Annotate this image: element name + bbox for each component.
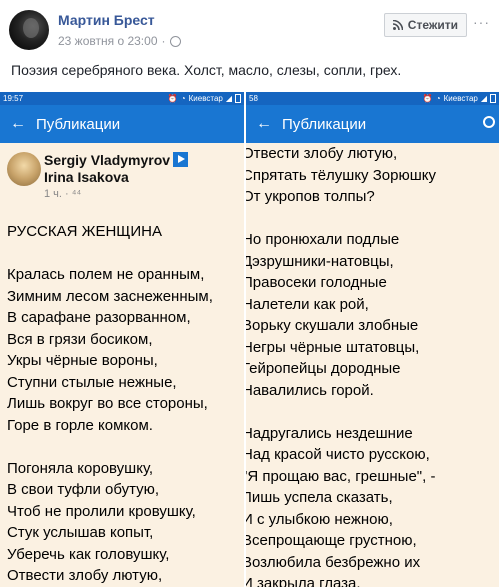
poem-line: В свои туфли обутую,: [7, 481, 160, 498]
back-arrow-icon[interactable]: ←: [0, 115, 36, 133]
screenshot-left[interactable]: 19:57 ⏰ ◔ Киевстар ◢ ← Публикации Sergiy…: [0, 92, 244, 587]
poem-line: Налетели как рой,: [246, 295, 369, 313]
author-avatar[interactable]: [9, 10, 49, 50]
poem-line: Над красой чисто русскою,: [246, 446, 430, 463]
signal-icon: ◢: [225, 94, 232, 103]
post-timestamp[interactable]: 23 жовтня о 23:00: [58, 34, 158, 48]
poem-line: Возлюбила безбрежно их: [246, 553, 421, 571]
wifi-icon: ◔: [180, 94, 186, 103]
poem-line: Ворьку скушали злобные: [246, 317, 419, 334]
poem-line: Уберечь как головушку,: [7, 545, 170, 563]
status-bar: 19:57 ⏰ ◔ Киевстар ◢: [0, 92, 244, 105]
carrier-label: Киевстар: [443, 94, 478, 103]
post-meta: 23 жовтня о 23:00 ·: [58, 34, 181, 48]
poem-line: "Я прощаю вас, грешные", -: [246, 467, 436, 485]
poem-line: Гейропейцы дородные: [246, 360, 401, 377]
poem-line: Надругались нездешние: [246, 424, 413, 442]
carrier-label: Киевстар: [188, 94, 223, 103]
post-time: 1 ч. · ⁴⁴: [44, 188, 82, 200]
poem-line: Но пронюхали подлые: [246, 231, 400, 248]
facebook-post: Мартин Брест 23 жовтня о 23:00 · Стежити…: [0, 0, 499, 587]
poem-line: Негры чёрные штатовцы,: [246, 338, 420, 356]
post-caption: Поэзия серебряного века. Холст, масло, с…: [11, 62, 402, 78]
more-options-icon[interactable]: ···: [473, 14, 490, 30]
status-time: 58: [249, 94, 258, 103]
poster-avatar[interactable]: [7, 152, 41, 186]
poem-line: От укропов толпы?: [246, 188, 375, 205]
post-header: Мартин Брест 23 жовтня о 23:00 · Стежити…: [0, 0, 499, 58]
poem-line: Зимним лесом заснеженным,: [7, 287, 213, 305]
poem-line: Лишь успела сказать,: [246, 489, 393, 506]
poem-line: И с улыбкою нежною,: [246, 510, 393, 528]
poem-line: И закрыла глаза.: [246, 575, 361, 587]
poem-line: Чтоб не пролили кровушку,: [7, 502, 196, 520]
status-time: 19:57: [3, 94, 24, 103]
poster-names: Sergiy Vladymyrov Irina Isakova: [44, 152, 189, 186]
poem-line: Горе в горле комком.: [7, 416, 153, 434]
poem-line: Правосеки голодные: [246, 274, 387, 291]
battery-icon: [490, 94, 496, 103]
poster-name-1[interactable]: Sergiy Vladymyrov: [44, 152, 170, 168]
follow-button[interactable]: Стежити: [383, 13, 467, 37]
app-bar-title: Публикации: [282, 115, 367, 133]
poem-line: Отвести злобу лютую,: [7, 567, 163, 584]
poem-line: Спрятать тёлушку Зорюшку: [246, 166, 436, 184]
poem-line: Ступни стылые нежные,: [7, 373, 177, 391]
poster-name-2[interactable]: Irina Isakova: [44, 169, 188, 186]
poem-line: Кралась полем не оранным,: [7, 266, 205, 283]
poem-line: Укры чёрные вороны,: [7, 352, 158, 369]
app-bar: ← Публикации: [0, 105, 244, 143]
poem-line: Вся в грязи босиком,: [7, 330, 153, 348]
signal-icon: ◢: [480, 94, 487, 103]
search-icon[interactable]: [483, 116, 495, 128]
app-bar: ← Публикации: [246, 105, 499, 143]
rss-icon: [392, 20, 403, 30]
poem-line: Всепрощающе грустною,: [246, 532, 417, 549]
poem-line: Навалились горой.: [246, 381, 374, 399]
poem-line: Дэзрушники-натовцы,: [246, 252, 394, 270]
author-name[interactable]: Мартин Брест: [58, 12, 155, 28]
globe-icon[interactable]: [169, 35, 181, 47]
battery-icon: [235, 94, 241, 103]
poem-line: Стук услышав копыт,: [7, 524, 154, 541]
poem-line: Отвести злобу лютую,: [246, 145, 398, 162]
status-bar: 58 ⏰ ◔ Киевстар ◢: [246, 92, 499, 105]
back-arrow-icon[interactable]: ←: [246, 115, 282, 133]
app-bar-title: Публикации: [36, 115, 121, 133]
play-icon: [173, 152, 189, 167]
follow-label: Стежити: [407, 18, 458, 32]
screenshot-right[interactable]: 58 ⏰ ◔ Киевстар ◢ ← Публикации Отвести з…: [246, 92, 499, 587]
wifi-icon: ◔: [435, 94, 441, 103]
poem-line: В сарафане разорванном,: [7, 309, 191, 326]
alarm-icon: ⏰: [167, 94, 178, 103]
poem-line: РУССКАЯ ЖЕНЩИНА: [7, 223, 162, 240]
poem-line: Лишь вокруг во все стороны,: [7, 395, 208, 412]
alarm-icon: ⏰: [422, 94, 433, 103]
poem-line: Погоняла коровушку,: [7, 459, 154, 477]
